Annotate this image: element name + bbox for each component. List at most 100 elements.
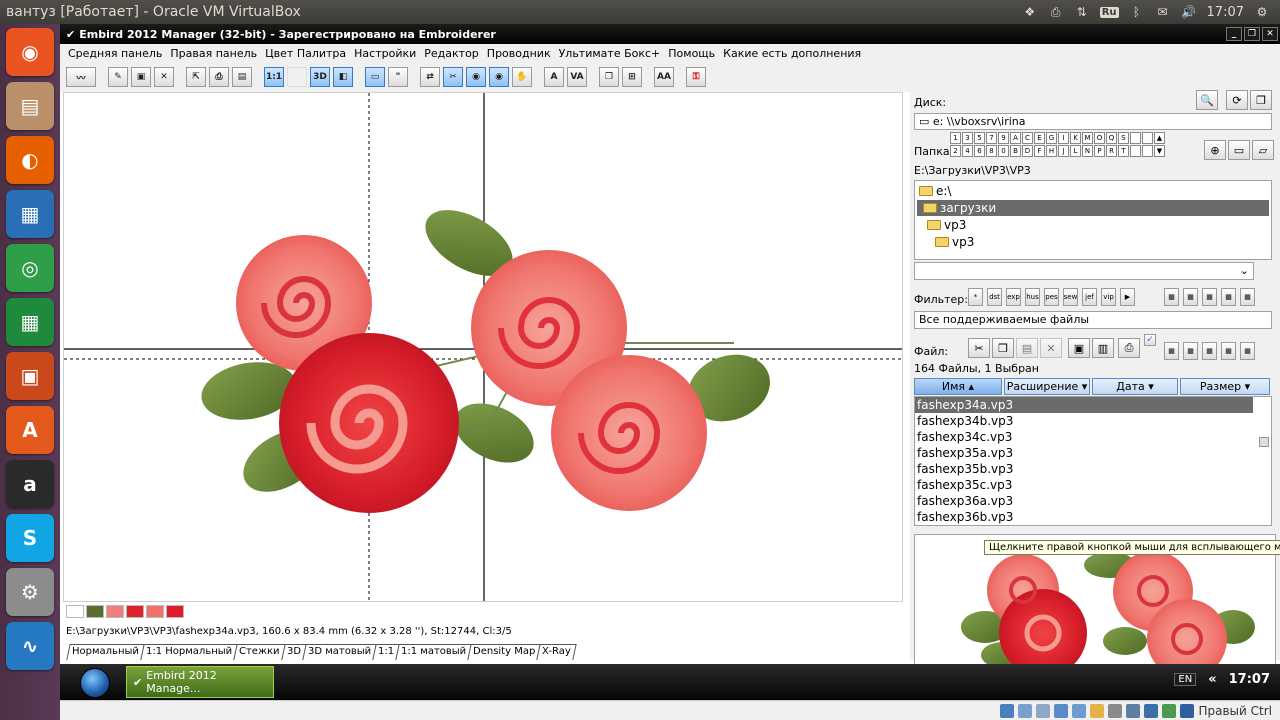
quote-icon[interactable]: " bbox=[388, 67, 408, 87]
hdd-icon[interactable] bbox=[1000, 703, 1015, 718]
camera-icon[interactable]: ▣ bbox=[131, 67, 151, 87]
sort-icon[interactable]: ▦ bbox=[1164, 288, 1179, 306]
print-icon[interactable]: ⎙ bbox=[209, 67, 229, 87]
filter-button[interactable]: hus bbox=[1025, 288, 1040, 306]
folder-key[interactable]: 9 bbox=[998, 132, 1009, 144]
folder-key[interactable]: 5 bbox=[974, 132, 985, 144]
filter-button[interactable]: pes bbox=[1044, 288, 1059, 306]
taskbar-item-embird[interactable]: ✔ Embird 2012 Manage... bbox=[126, 666, 274, 698]
folder-key[interactable]: 4 bbox=[962, 145, 973, 157]
folder-key[interactable]: O bbox=[1094, 132, 1105, 144]
folder-key[interactable]: J bbox=[1058, 145, 1069, 157]
filter-more-icon[interactable]: ▶ bbox=[1120, 288, 1135, 306]
menu-item[interactable]: Настройки bbox=[350, 47, 420, 60]
column-header[interactable]: Расширение ▾ bbox=[1004, 378, 1090, 395]
menu-item[interactable]: Редактор bbox=[420, 47, 483, 60]
save-as-icon[interactable]: ▥ bbox=[1092, 338, 1114, 358]
one-to-one-button[interactable]: 1:1 bbox=[264, 67, 284, 87]
copy-file-icon[interactable]: ❐ bbox=[992, 338, 1014, 358]
file-list-scrollbar[interactable] bbox=[1259, 437, 1269, 447]
file-list-icon[interactable]: ▦ bbox=[1183, 342, 1198, 360]
folder-key[interactable]: 8 bbox=[986, 145, 997, 157]
folder-key[interactable]: H bbox=[1046, 145, 1057, 157]
color-swatch[interactable] bbox=[86, 605, 104, 618]
hoop-icon[interactable]: ◧ bbox=[333, 67, 353, 87]
view-tab[interactable]: X-Ray bbox=[536, 644, 577, 660]
network-icon[interactable]: ⇅ bbox=[1074, 5, 1090, 19]
mail-icon[interactable]: ✉ bbox=[1155, 5, 1171, 19]
list-icon[interactable]: ▦ bbox=[1183, 288, 1198, 306]
folder-key-blank[interactable] bbox=[1130, 132, 1141, 144]
open-folder-icon[interactable]: ▭ bbox=[1228, 140, 1250, 160]
power-gear-icon[interactable]: ⚙ bbox=[1254, 5, 1270, 19]
file-row[interactable]: fashexp36b.vp3 bbox=[915, 509, 1253, 525]
copy-pages-icon[interactable]: ❐ bbox=[599, 67, 619, 87]
folder-key[interactable]: D bbox=[1022, 145, 1033, 157]
scissors-icon[interactable]: ✂ bbox=[443, 67, 463, 87]
menu-item[interactable]: Ультимате Бокс+ bbox=[555, 47, 665, 60]
view-tab[interactable]: Density Map bbox=[467, 644, 542, 660]
calc-icon[interactable]: ▦ bbox=[6, 298, 54, 346]
skype-icon[interactable]: S bbox=[6, 514, 54, 562]
software-center-icon[interactable]: A bbox=[6, 406, 54, 454]
print-preview-icon[interactable]: ▤ bbox=[232, 67, 252, 87]
shared-folder-icon[interactable] bbox=[1090, 703, 1105, 718]
folder-key[interactable]: L bbox=[1070, 145, 1081, 157]
stitch-icon[interactable]: 〰 bbox=[66, 67, 96, 87]
color-swatch[interactable] bbox=[66, 605, 84, 618]
disk-select[interactable]: ▭ e: \\vboxsrv\irina bbox=[914, 113, 1272, 130]
grid-icon[interactable]: ▦ bbox=[1221, 288, 1236, 306]
start-button[interactable] bbox=[80, 668, 110, 698]
folder-key-blank[interactable] bbox=[1142, 132, 1153, 144]
view-tab[interactable]: Стежки bbox=[233, 644, 286, 660]
keyboard-layout[interactable]: Ru bbox=[1099, 6, 1119, 18]
tree-dropdown[interactable]: ⌄ bbox=[914, 262, 1254, 280]
scroll-key[interactable]: ▲ bbox=[1154, 132, 1165, 144]
file-row[interactable]: fashexp35b.vp3 bbox=[915, 461, 1253, 477]
view-tab[interactable]: 1:1 Нормальный bbox=[140, 644, 238, 660]
monitor-icon[interactable]: ∿ bbox=[6, 622, 54, 670]
folder-key[interactable]: A bbox=[1010, 132, 1021, 144]
filter-select[interactable]: Все поддерживаемые файлы bbox=[914, 311, 1272, 329]
folder-key[interactable]: T bbox=[1118, 145, 1129, 157]
text-va-button[interactable]: VA bbox=[567, 67, 587, 87]
three-d-button[interactable]: 3D bbox=[310, 67, 330, 87]
amazon-icon[interactable]: a bbox=[6, 460, 54, 508]
host-clock[interactable]: 17:07 bbox=[1207, 5, 1244, 20]
file-row[interactable]: fashexp34c.vp3 bbox=[915, 429, 1253, 445]
view-tab[interactable]: 3D матовый bbox=[301, 644, 377, 660]
filter-button[interactable]: exp bbox=[1006, 288, 1021, 306]
menu-item[interactable]: Цвет Палитра bbox=[261, 47, 350, 60]
folder-key-blank[interactable] bbox=[1142, 145, 1153, 157]
file-large-grid-icon[interactable]: ▦ bbox=[1240, 342, 1255, 360]
export-icon[interactable]: ⇱ bbox=[186, 67, 206, 87]
folder-key[interactable]: B bbox=[1010, 145, 1021, 157]
folder-key[interactable]: C bbox=[1022, 132, 1033, 144]
checkbox-icon[interactable]: ✓ bbox=[1144, 334, 1156, 346]
edit-tool-icon[interactable]: ✎ bbox=[108, 67, 128, 87]
folder-key[interactable]: N bbox=[1082, 145, 1093, 157]
ruler-icon[interactable]: ▭ bbox=[365, 67, 385, 87]
folder-key[interactable]: G bbox=[1046, 132, 1057, 144]
usb-icon[interactable] bbox=[1072, 703, 1087, 718]
language-indicator[interactable]: EN bbox=[1174, 673, 1197, 686]
chrome-icon[interactable]: ◎ bbox=[6, 244, 54, 292]
save-icon[interactable]: ▣ bbox=[1068, 338, 1090, 358]
view-tab[interactable]: Нормальный bbox=[66, 644, 145, 660]
filter-button[interactable]: jef bbox=[1082, 288, 1097, 306]
cross-stitch-icon[interactable]: ✕ bbox=[154, 67, 174, 87]
printer-icon[interactable]: ⎙ bbox=[1048, 5, 1064, 19]
maximize-button[interactable]: ❐ bbox=[1244, 27, 1260, 41]
zoom-icon[interactable]: 🔍 bbox=[1196, 90, 1218, 110]
file-row[interactable]: fashexp34b.vp3 bbox=[915, 413, 1253, 429]
filter-button[interactable]: * bbox=[968, 288, 983, 306]
folder-key[interactable]: F bbox=[1034, 145, 1045, 157]
tree-node[interactable]: загрузки bbox=[917, 200, 1269, 216]
mouse-integration-icon[interactable] bbox=[1162, 703, 1177, 718]
text-aa-button[interactable]: AA bbox=[654, 67, 674, 87]
hand-icon[interactable]: ✋ bbox=[512, 67, 532, 87]
eye-alt-icon[interactable]: ◉ bbox=[489, 67, 509, 87]
settings-icon[interactable]: ⚙ bbox=[6, 568, 54, 616]
print-file-icon[interactable]: ⎙ bbox=[1118, 338, 1140, 358]
writer-icon[interactable]: ▦ bbox=[6, 190, 54, 238]
